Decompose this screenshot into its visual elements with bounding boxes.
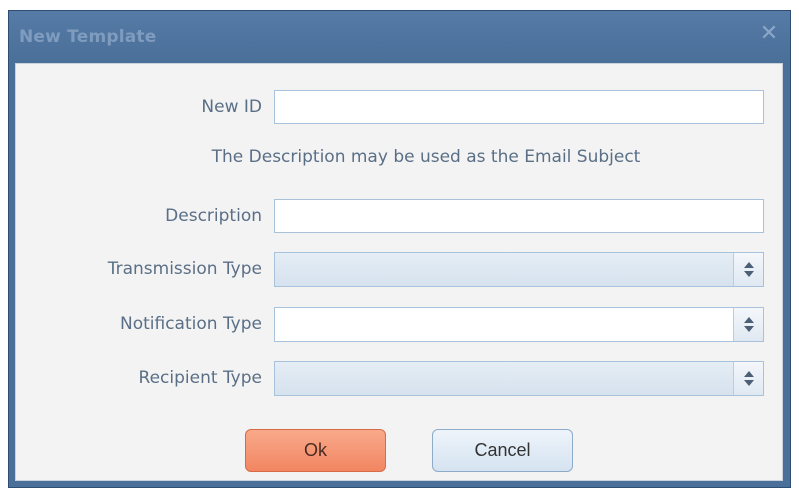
cancel-button[interactable]: Cancel bbox=[432, 429, 573, 472]
recipient-type-select[interactable] bbox=[274, 361, 764, 396]
description-label: Description bbox=[165, 206, 262, 226]
spinner-down-icon bbox=[744, 380, 754, 386]
close-icon[interactable]: ✕ bbox=[756, 21, 782, 47]
transmission-type-label: Transmission Type bbox=[107, 259, 262, 279]
dialog-body: New ID The Description may be used as th… bbox=[15, 63, 783, 481]
transmission-type-spinner[interactable] bbox=[733, 253, 763, 286]
ok-button[interactable]: Ok bbox=[245, 429, 386, 472]
notification-type-label: Notification Type bbox=[120, 314, 262, 334]
notification-type-spinner[interactable] bbox=[733, 308, 763, 341]
new-template-dialog: New Template ✕ New ID The Description ma… bbox=[8, 10, 791, 488]
transmission-type-select[interactable] bbox=[274, 252, 764, 287]
spinner-up-icon bbox=[744, 371, 754, 377]
new-id-input[interactable] bbox=[274, 90, 764, 124]
description-hint-text: The Description may be used as the Email… bbox=[211, 147, 641, 167]
recipient-type-label: Recipient Type bbox=[138, 368, 262, 388]
title-bar[interactable]: New Template ✕ bbox=[9, 11, 790, 63]
new-id-label: New ID bbox=[201, 97, 262, 117]
notification-type-select[interactable] bbox=[274, 307, 764, 342]
dialog-title: New Template bbox=[19, 27, 157, 47]
description-input[interactable] bbox=[274, 199, 764, 233]
recipient-type-spinner[interactable] bbox=[733, 362, 763, 395]
spinner-down-icon bbox=[744, 271, 754, 277]
spinner-up-icon bbox=[744, 317, 754, 323]
spinner-up-icon bbox=[744, 262, 754, 268]
spinner-down-icon bbox=[744, 326, 754, 332]
